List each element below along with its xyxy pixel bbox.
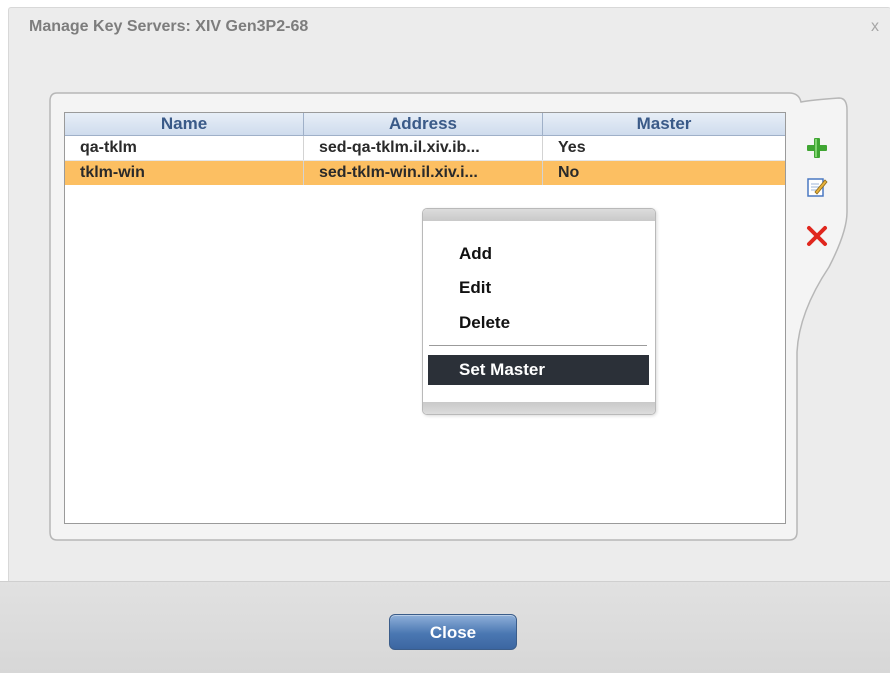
menu-item-set-master-label: Set Master: [459, 360, 545, 379]
menu-item-edit[interactable]: Edit: [459, 278, 491, 298]
close-button[interactable]: Close: [389, 614, 517, 650]
column-header-master[interactable]: Master: [542, 113, 785, 136]
column-header-name[interactable]: Name: [65, 113, 304, 136]
table-row-selected[interactable]: tklm-win sed-tklm-win.il.xiv.i... No: [65, 160, 785, 185]
edit-icon[interactable]: [806, 176, 828, 198]
context-menu-bottom-bar: [423, 402, 655, 414]
cell-master: No: [542, 160, 785, 185]
column-header-address[interactable]: Address: [303, 113, 543, 136]
menu-item-set-master[interactable]: Set Master: [428, 355, 649, 385]
context-menu-top-bar: [423, 209, 655, 221]
cell-address: sed-tklm-win.il.xiv.i...: [303, 160, 543, 185]
cell-name: tklm-win: [65, 160, 304, 185]
add-icon[interactable]: [806, 137, 828, 159]
dialog-title: Manage Key Servers: XIV Gen3P2-68: [29, 18, 309, 35]
menu-item-add[interactable]: Add: [459, 244, 492, 264]
delete-icon[interactable]: [806, 225, 828, 247]
cell-address: sed-qa-tklm.il.xiv.ib...: [303, 135, 543, 161]
table-row[interactable]: qa-tklm sed-qa-tklm.il.xiv.ib... Yes: [65, 135, 785, 161]
menu-separator: [429, 345, 647, 346]
cell-name: qa-tklm: [65, 135, 304, 161]
close-window-icon[interactable]: x: [871, 18, 879, 36]
cell-master: Yes: [542, 135, 785, 161]
context-menu: Add Edit Delete Set Master: [422, 208, 656, 415]
menu-item-delete[interactable]: Delete: [459, 313, 510, 333]
